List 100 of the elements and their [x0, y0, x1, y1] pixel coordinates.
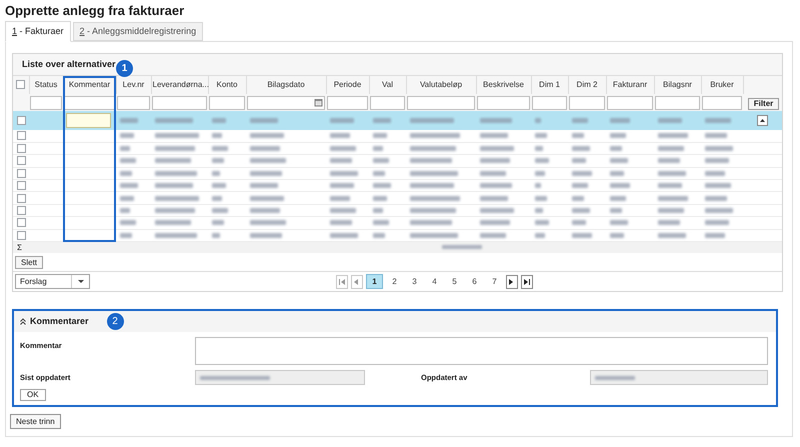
- panel-title: Kommentarer: [30, 314, 89, 328]
- page-button[interactable]: 4: [426, 274, 443, 290]
- redacted-text: [610, 183, 630, 188]
- redacted-text: [410, 118, 454, 123]
- filter-field[interactable]: [117, 96, 150, 110]
- view-select[interactable]: Forslag: [15, 274, 90, 290]
- checkbox[interactable]: [16, 230, 26, 240]
- filter-field[interactable]: [569, 96, 605, 110]
- checkbox[interactable]: [16, 168, 26, 178]
- checkbox[interactable]: [16, 206, 26, 216]
- next-page-button[interactable]: [506, 274, 518, 289]
- filter-field[interactable]: [407, 96, 475, 110]
- redacted-text: [480, 220, 510, 226]
- filter-field[interactable]: [327, 96, 368, 110]
- double-chevron-up-icon[interactable]: [20, 318, 26, 326]
- filter-field[interactable]: [702, 96, 742, 110]
- filter-field[interactable]: [64, 96, 115, 110]
- table-row[interactable]: [13, 167, 782, 180]
- filter-field[interactable]: [532, 96, 567, 110]
- tab[interactable]: 2 - Anleggsmiddelregistrering: [72, 22, 204, 41]
- filter-field[interactable]: [209, 96, 245, 110]
- tab[interactable]: 1 - Fakturaer: [5, 21, 71, 42]
- page-button[interactable]: 7: [486, 274, 503, 290]
- redacted-text: [572, 146, 590, 151]
- redacted-text: [212, 133, 222, 138]
- redacted-text: [535, 133, 547, 138]
- first-page-button[interactable]: [336, 274, 348, 289]
- redacted-text: [120, 220, 136, 226]
- last-page-button[interactable]: [521, 274, 533, 289]
- redacted-text: [155, 183, 193, 188]
- redacted-text: [535, 232, 545, 238]
- redacted-text: [330, 220, 352, 226]
- redacted-text: [155, 170, 197, 176]
- page-button[interactable]: 6: [466, 274, 483, 290]
- page-button[interactable]: 3: [406, 274, 423, 290]
- checkbox[interactable]: [16, 144, 26, 154]
- redacted-text: [610, 133, 626, 138]
- ok-button[interactable]: OK: [20, 389, 46, 402]
- table-row[interactable]: [13, 229, 782, 242]
- calendar-icon: [314, 98, 323, 107]
- redacted-text: [480, 232, 506, 238]
- redacted-text: [572, 133, 584, 138]
- redacted-text: [480, 146, 514, 151]
- comment-textarea[interactable]: [195, 337, 768, 366]
- checkbox[interactable]: [16, 80, 26, 90]
- filter-field[interactable]: [30, 96, 62, 110]
- table-row[interactable]: [13, 180, 782, 192]
- filter-button[interactable]: Filter: [748, 98, 780, 110]
- table-row[interactable]: [13, 192, 782, 204]
- redacted-text: [250, 220, 286, 226]
- redacted-text: [373, 158, 389, 164]
- redacted-text: [410, 170, 458, 176]
- page-button[interactable]: 5: [446, 274, 463, 290]
- table-row[interactable]: [13, 142, 782, 155]
- redacted-text: [330, 118, 354, 123]
- redacted-text: [658, 170, 686, 176]
- filter-field[interactable]: [152, 96, 207, 110]
- date-filter-field[interactable]: [247, 96, 325, 110]
- redacted-text: [120, 208, 130, 213]
- table-row[interactable]: [13, 204, 782, 217]
- filter-field[interactable]: [370, 96, 405, 110]
- scroll-up-button[interactable]: [757, 114, 768, 126]
- table-row[interactable]: [13, 154, 782, 168]
- redacted-text: [120, 196, 134, 201]
- previous-page-button[interactable]: [351, 274, 363, 289]
- filter-field[interactable]: [477, 96, 530, 110]
- page-button[interactable]: 1: [366, 274, 383, 290]
- next-step-button[interactable]: Neste trinn: [10, 414, 61, 430]
- redacted-text: [212, 183, 226, 188]
- redacted-text: [610, 196, 626, 201]
- redacted-text: [658, 118, 682, 123]
- table-row[interactable]: [13, 216, 782, 230]
- redacted-text: [595, 376, 635, 380]
- checkbox[interactable]: [16, 194, 26, 203]
- redacted-text: [610, 118, 630, 123]
- checkbox[interactable]: [16, 218, 26, 228]
- redacted-text: [373, 146, 383, 151]
- redacted-text: [155, 208, 195, 213]
- redacted-text: [250, 133, 284, 138]
- redacted-text: [705, 220, 729, 226]
- checkbox[interactable]: [16, 156, 26, 166]
- redacted-text: [373, 170, 385, 176]
- filter-field[interactable]: [607, 96, 653, 110]
- comment-input[interactable]: [66, 113, 111, 128]
- redacted-text: [535, 208, 543, 213]
- checkbox[interactable]: [16, 181, 26, 190]
- redacted-text: [610, 170, 624, 176]
- filter-field[interactable]: [655, 96, 700, 110]
- redacted-text: [572, 208, 590, 213]
- page-button[interactable]: 2: [386, 274, 403, 290]
- redacted-text: [410, 232, 458, 238]
- checkbox[interactable]: [16, 116, 26, 125]
- checkbox[interactable]: [16, 131, 26, 140]
- redacted-text: [373, 220, 389, 226]
- delete-button[interactable]: Slett: [15, 256, 44, 269]
- redacted-text: [410, 183, 454, 188]
- redacted-text: [410, 133, 460, 138]
- redacted-text: [610, 146, 622, 151]
- redacted-text: [410, 196, 460, 201]
- redacted-text: [120, 146, 130, 151]
